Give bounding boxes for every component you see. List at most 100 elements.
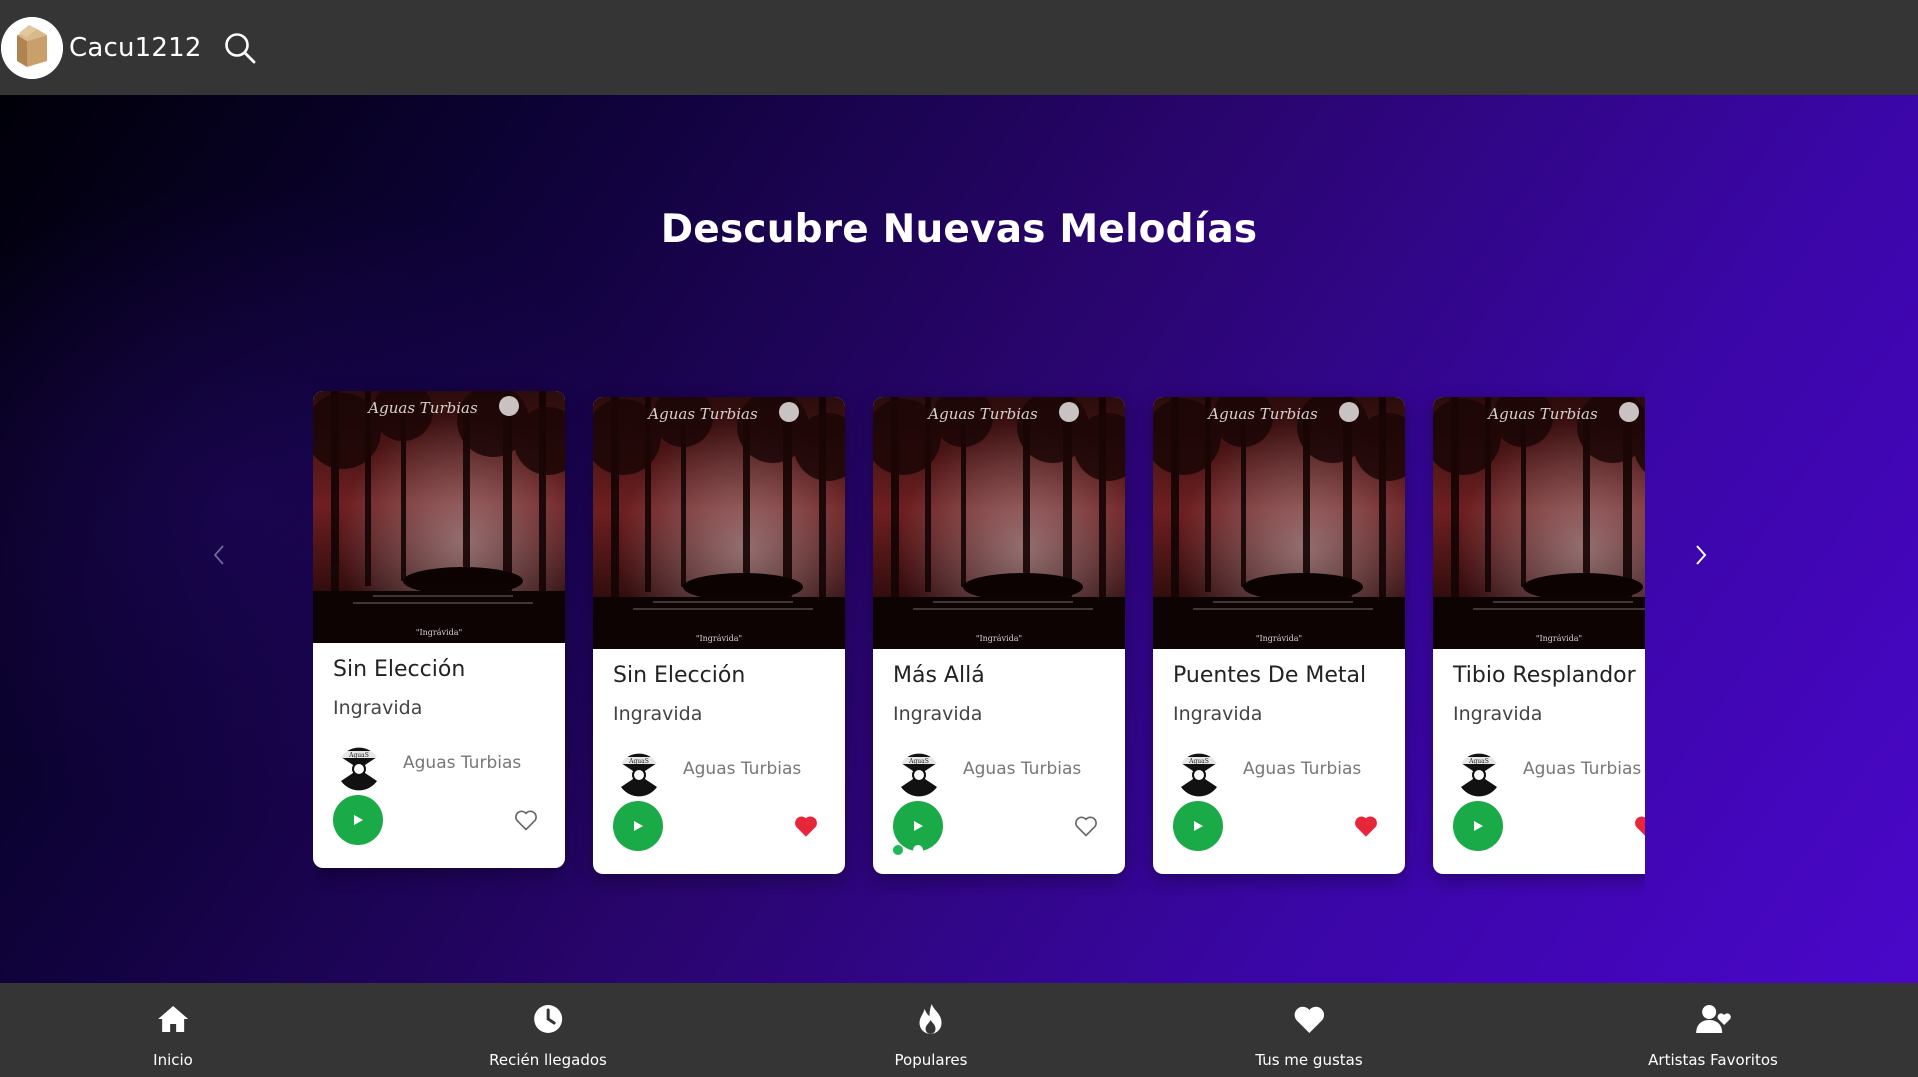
nav-item-populares[interactable]: Populares	[894, 983, 968, 1077]
top-header: Cacu1212	[0, 0, 1918, 95]
song-card[interactable]: Aguas Turbias "Ingrávida" Sin Elección I…	[313, 391, 565, 868]
chevron-right-icon	[1696, 545, 1707, 565]
artist-logo-icon: AguaS	[333, 743, 385, 795]
song-card[interactable]: Aguas Turbias "Ingrávida" Puentes De Met…	[1153, 397, 1405, 874]
play-button[interactable]	[1453, 801, 1503, 851]
fire-icon	[920, 1004, 942, 1034]
nav-item-recién-llegados[interactable]: Recién llegados	[489, 983, 607, 1077]
play-button[interactable]	[893, 801, 943, 851]
like-button[interactable]	[793, 813, 819, 839]
album-cover[interactable]: Aguas Turbias "Ingrávida"	[313, 391, 565, 643]
artist-avatar[interactable]: AguaS	[613, 749, 665, 801]
play-icon	[1474, 821, 1483, 831]
box-avatar-icon	[1, 16, 63, 79]
svg-text:AguaS: AguaS	[1468, 758, 1489, 765]
artist-logo-icon: AguaS	[613, 749, 665, 801]
carousel-dot[interactable]	[913, 845, 923, 855]
carousel-next-button[interactable]	[1686, 535, 1716, 575]
nav-label: Inicio	[153, 1051, 193, 1069]
heart-icon	[1294, 1006, 1324, 1033]
artist-avatar[interactable]: AguaS	[893, 749, 945, 801]
play-icon	[1194, 821, 1203, 831]
chevron-left-icon	[213, 545, 224, 565]
song-card[interactable]: Aguas Turbias "Ingrávida" Más Allá Ingra…	[873, 397, 1125, 874]
song-card[interactable]: Aguas Turbias "Ingrávida" Sin Elección I…	[593, 397, 845, 874]
album-cover[interactable]: Aguas Turbias "Ingrávida"	[1153, 397, 1405, 649]
album-cover[interactable]: Aguas Turbias "Ingrávida"	[873, 397, 1125, 649]
carousel-dot[interactable]	[893, 845, 903, 855]
heart-icon	[1075, 816, 1097, 837]
nav-item-tus-me-gustas[interactable]: Tus me gustas	[1255, 983, 1363, 1077]
album-name: Ingravida	[1453, 703, 1543, 725]
heart-icon	[1635, 816, 1645, 836]
artist-avatar[interactable]: AguaS	[1173, 749, 1225, 801]
artist-logo-icon: AguaS	[893, 749, 945, 801]
nav-label: Populares	[894, 1051, 968, 1069]
song-title[interactable]: Sin Elección	[613, 663, 745, 688]
svg-text:AguaS: AguaS	[348, 752, 369, 759]
carousel-dot[interactable]	[953, 845, 963, 855]
like-button[interactable]	[1353, 813, 1379, 839]
like-button[interactable]	[513, 807, 539, 833]
svg-text:Aguas Turbias: Aguas Turbias	[1206, 405, 1318, 423]
search-button[interactable]	[220, 28, 260, 68]
user-avatar[interactable]	[1, 16, 63, 79]
svg-text:AguaS: AguaS	[908, 758, 929, 765]
carousel-pagination	[893, 845, 1023, 855]
heart-icon	[1355, 816, 1377, 837]
artist-avatar[interactable]: AguaS	[1453, 749, 1505, 801]
album-cover-art: Aguas Turbias "Ingrávida"	[593, 397, 845, 649]
heart-icon	[795, 816, 817, 837]
song-card[interactable]: Aguas Turbias "Ingrávida" Tibio Respland…	[1433, 397, 1645, 874]
artist-name[interactable]: Aguas Turbias	[1523, 759, 1641, 779]
play-button[interactable]	[1173, 801, 1223, 851]
artist-name[interactable]: Aguas Turbias	[963, 759, 1081, 779]
user-heart-icon	[1696, 1005, 1731, 1033]
album-cover-art: Aguas Turbias "Ingrávida"	[1153, 397, 1405, 649]
svg-text:Aguas Turbias: Aguas Turbias	[646, 405, 758, 423]
album-cover[interactable]: Aguas Turbias "Ingrávida"	[1433, 397, 1645, 649]
home-icon	[157, 1006, 188, 1032]
artist-logo-icon: AguaS	[1173, 749, 1225, 801]
album-name: Ingravida	[333, 697, 423, 719]
carousel-dot[interactable]	[1013, 845, 1023, 855]
username-label: Cacu1212	[69, 32, 202, 63]
svg-text:"Ingrávida": "Ingrávida"	[1536, 634, 1582, 643]
artist-name[interactable]: Aguas Turbias	[403, 753, 521, 773]
song-title[interactable]: Tibio Resplandor	[1453, 663, 1636, 688]
nav-label: Recién llegados	[489, 1051, 607, 1069]
bottom-navigation: Inicio Recién llegados Populares Tus me gus…	[0, 983, 1918, 1077]
svg-text:"Ingrávida": "Ingrávida"	[1256, 634, 1302, 643]
like-button[interactable]	[1633, 813, 1645, 839]
play-button[interactable]	[613, 801, 663, 851]
artist-name[interactable]: Aguas Turbias	[1243, 759, 1361, 779]
svg-text:"Ingrávida": "Ingrávida"	[416, 628, 462, 637]
svg-text:AguaS: AguaS	[628, 758, 649, 765]
like-button[interactable]	[1073, 813, 1099, 839]
svg-text:Aguas Turbias: Aguas Turbias	[1486, 405, 1598, 423]
song-title[interactable]: Más Allá	[893, 663, 985, 688]
artist-avatar[interactable]: AguaS	[333, 743, 385, 795]
svg-text:Aguas Turbias: Aguas Turbias	[366, 399, 478, 417]
album-cover[interactable]: Aguas Turbias "Ingrávida"	[593, 397, 845, 649]
carousel-dot[interactable]	[933, 845, 943, 855]
carousel-dot[interactable]	[973, 845, 983, 855]
song-title[interactable]: Sin Elección	[333, 657, 465, 682]
svg-text:AguaS: AguaS	[1188, 758, 1209, 765]
song-title[interactable]: Puentes De Metal	[1173, 663, 1366, 688]
artist-name[interactable]: Aguas Turbias	[683, 759, 801, 779]
album-cover-art: Aguas Turbias "Ingrávida"	[873, 397, 1125, 649]
play-icon	[354, 815, 363, 825]
play-icon	[634, 821, 643, 831]
album-cover-art: Aguas Turbias "Ingrávida"	[1433, 397, 1645, 649]
nav-item-artistas-favoritos[interactable]: Artistas Favoritos	[1648, 983, 1778, 1077]
nav-label: Tus me gustas	[1255, 1051, 1363, 1069]
search-icon	[224, 32, 256, 63]
hero-section: Descubre Nuevas Melodías Aguas Turbias "…	[0, 95, 1918, 983]
svg-text:"Ingrávida": "Ingrávida"	[696, 634, 742, 643]
carousel-dot[interactable]	[993, 845, 1003, 855]
carousel-prev-button[interactable]	[204, 535, 234, 575]
play-button[interactable]	[333, 795, 383, 845]
carousel-viewport: Aguas Turbias "Ingrávida" Sin Elección I…	[313, 295, 1645, 895]
nav-item-inicio[interactable]: Inicio	[153, 983, 193, 1077]
